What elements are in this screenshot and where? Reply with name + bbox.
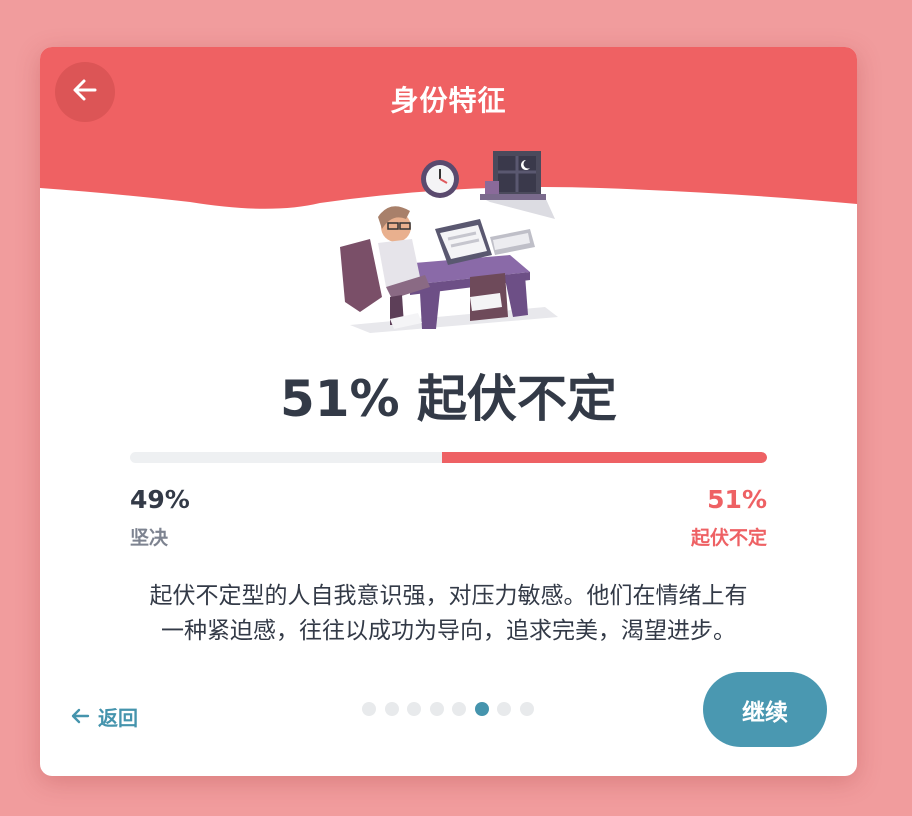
pagination-dot [519,702,534,716]
pagination-dot [429,702,444,716]
pagination-dot [362,702,376,716]
back-link[interactable]: 返回 [70,701,138,731]
back-link-label: 返回 [98,705,138,730]
result-card: 身份特征 51% 起伏不定 49% 坚决 51% 起伏不定 起伏不定型的人自我意… [40,47,857,776]
continue-button[interactable]: 继续 [703,672,827,747]
trait-progress-bar [130,452,767,463]
pagination-dot [452,702,466,716]
result-headline: 51% 起伏不定 [279,370,618,428]
pagination-dot [497,702,511,716]
right-trait-percent: 51% [707,485,767,514]
description-line-1: 起伏不定型的人自我意识强，对压力敏感。他们在情绪上有 [149,583,748,609]
page-title: 身份特征 [390,84,507,117]
trait-progress-fill [442,452,767,463]
trait-description: 起伏不定型的人自我意识强，对压力敏感。他们在情绪上有 一种紧迫感，往往以成功为导… [120,579,777,649]
pagination-dot-active [474,702,489,716]
right-trait-label: 起伏不定 [690,527,767,549]
description-line-2: 一种紧迫感，往往以成功为导向，追求完美，渴望进步。 [161,618,736,644]
pagination-dot [384,702,399,716]
arrow-left-icon [70,706,90,726]
pagination-dots [362,702,542,716]
left-trait-label: 坚决 [130,527,169,549]
stressed-person-at-desk-illustration [340,151,558,333]
left-trait-percent: 49% [130,485,190,514]
pagination-dot [407,702,421,716]
